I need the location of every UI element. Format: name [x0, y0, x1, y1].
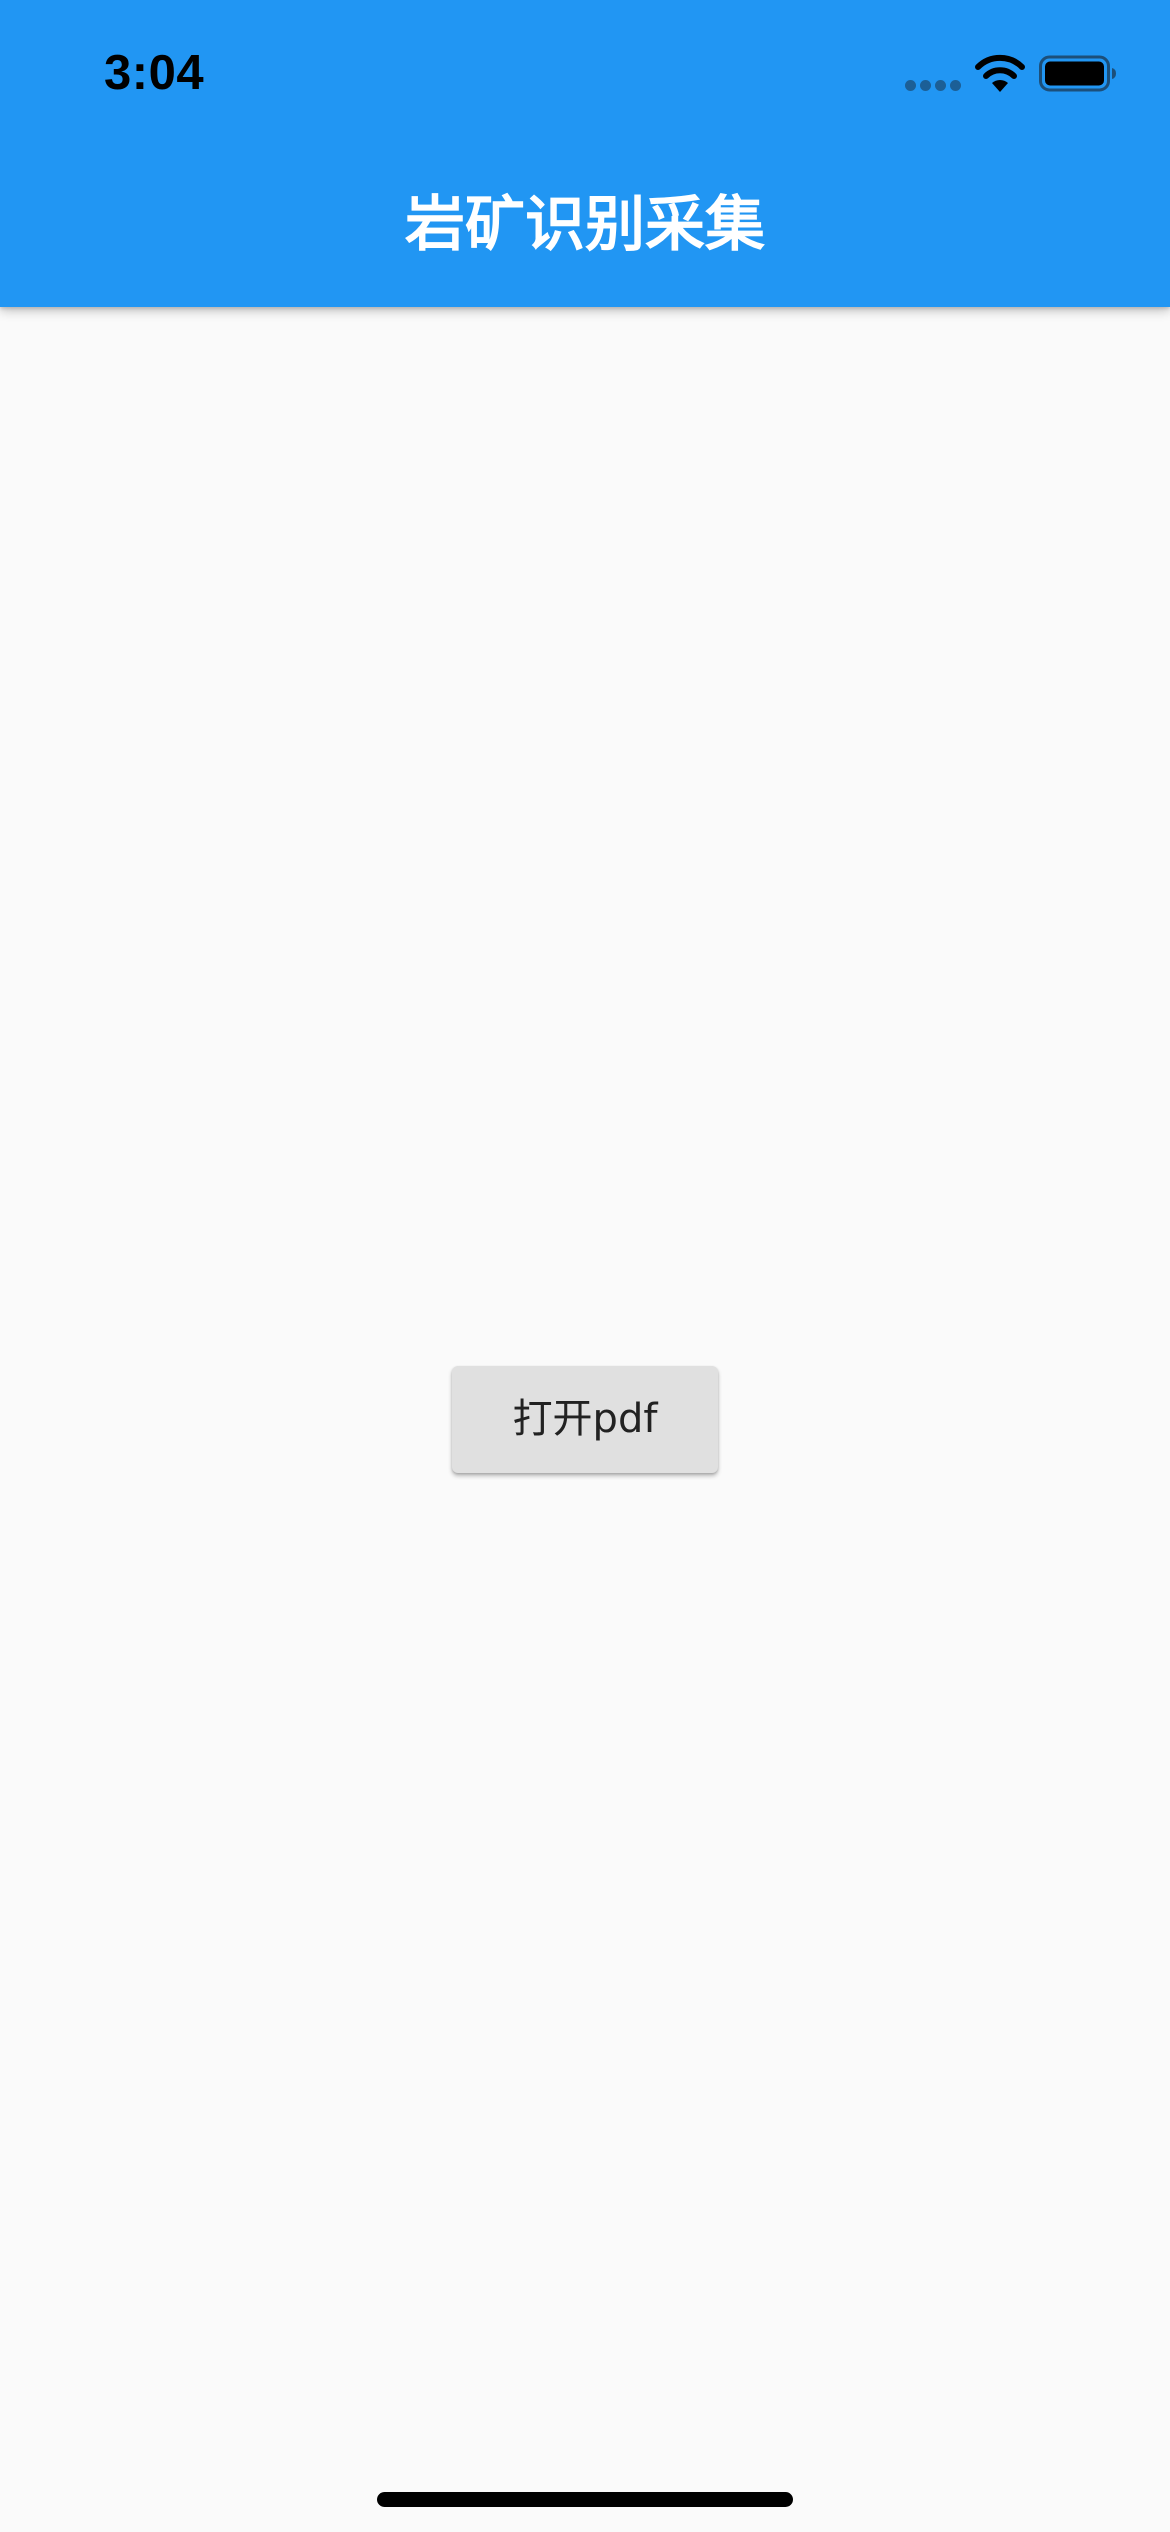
page-title: 岩矿识别采集 — [405, 190, 765, 260]
cellular-signal-dots-icon — [905, 80, 961, 92]
battery-icon — [1039, 55, 1116, 92]
status-bar-time: 3:04 — [104, 46, 205, 100]
wifi-icon — [975, 54, 1025, 92]
open-pdf-button[interactable]: 打开pdf — [452, 1366, 718, 1473]
app-bar: 3:04 岩矿识别采集 — [0, 0, 1170, 307]
home-indicator[interactable] — [377, 2492, 793, 2507]
